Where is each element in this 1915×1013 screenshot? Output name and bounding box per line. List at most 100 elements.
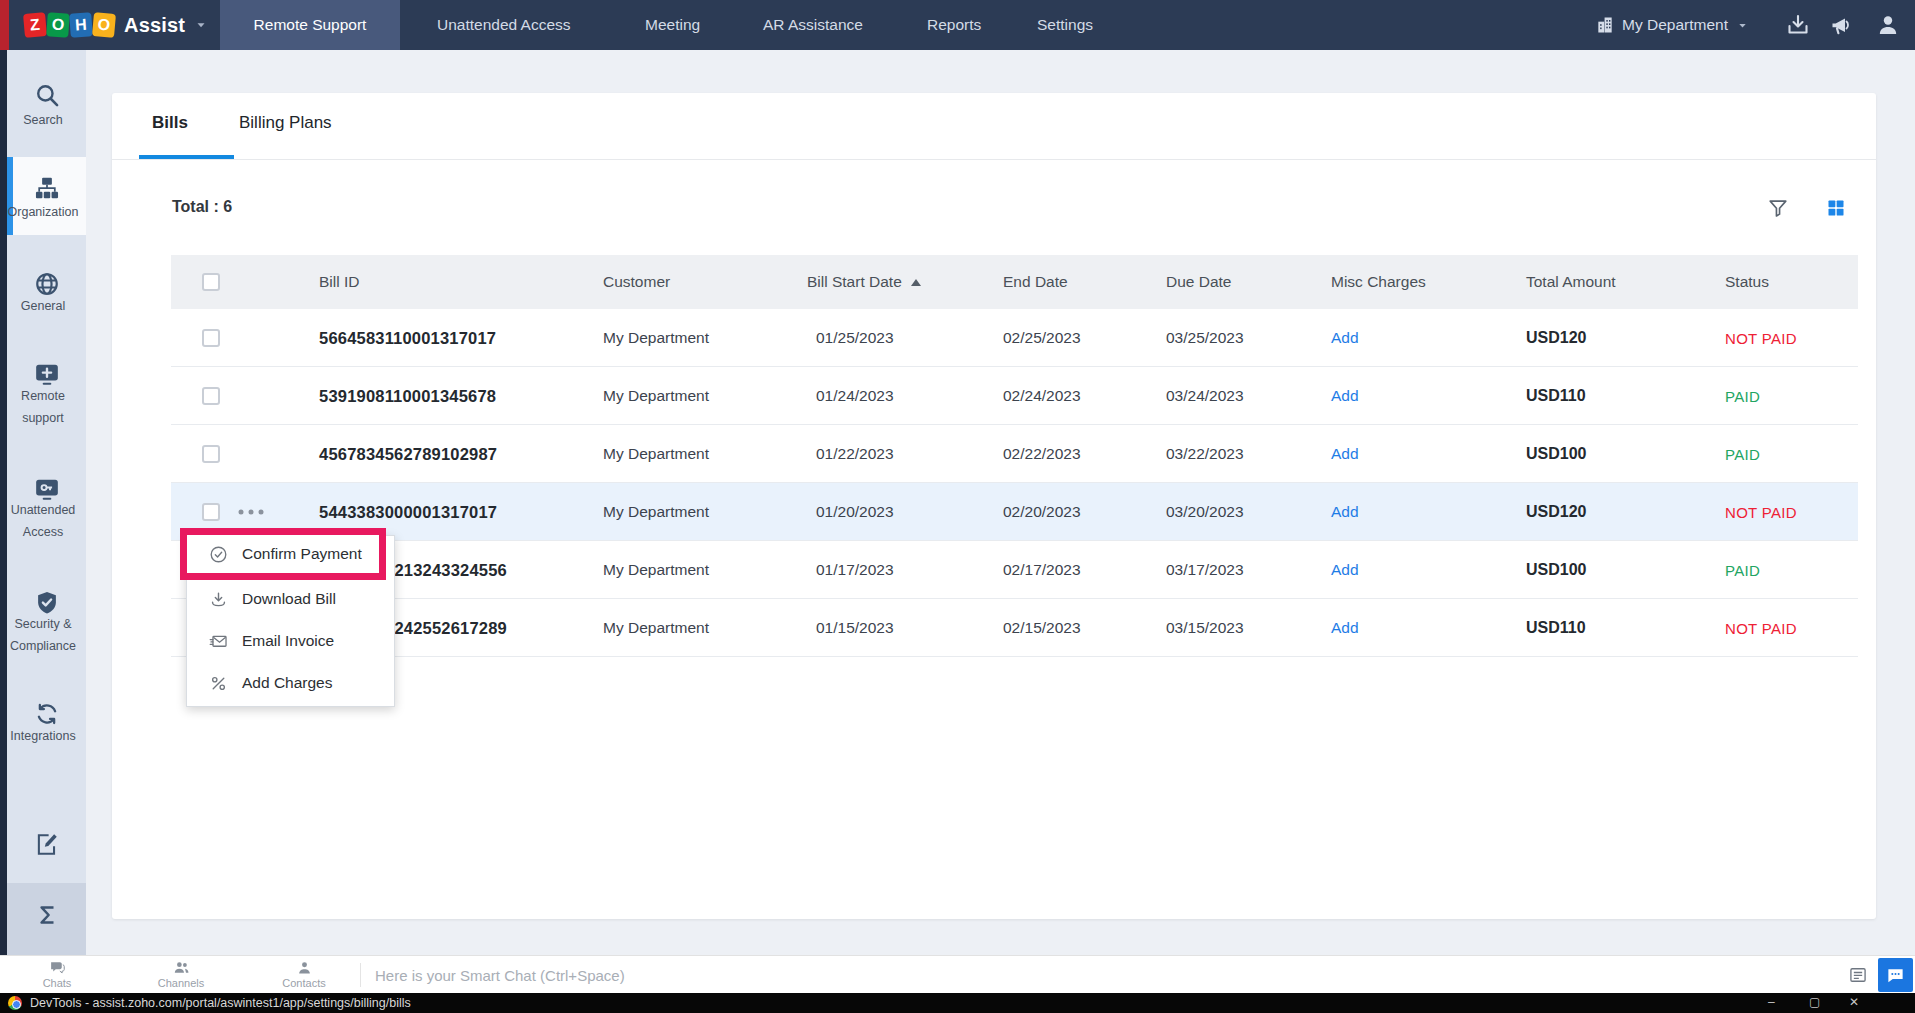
- select-all-checkbox[interactable]: [202, 273, 220, 291]
- sync-icon[interactable]: [34, 701, 60, 727]
- cell-status: PAID: [1725, 367, 1760, 425]
- cell-start: 01/22/2023: [816, 425, 894, 483]
- sidebar-item-label: Unattended: [3, 504, 83, 517]
- maximize-icon[interactable]: ▢: [1809, 995, 1820, 1009]
- nav-meeting[interactable]: Meeting: [645, 0, 700, 50]
- cell-misc[interactable]: Add: [1331, 425, 1359, 483]
- chevron-down-icon[interactable]: [195, 19, 207, 31]
- column-header-due-date[interactable]: Due Date: [1166, 255, 1231, 309]
- row-checkbox[interactable]: [202, 387, 220, 405]
- org-chart-icon[interactable]: [34, 175, 60, 201]
- cell-misc[interactable]: Add: [1331, 483, 1359, 541]
- monitor-key-icon[interactable]: [34, 476, 60, 502]
- devtools-bar: DevTools - assist.zoho.com/portal/aswint…: [0, 993, 1915, 1013]
- row-checkbox[interactable]: [202, 503, 220, 521]
- filter-icon[interactable]: [1767, 197, 1789, 219]
- tab-bills[interactable]: Bills: [152, 113, 188, 133]
- table-row[interactable]: 5664583110001317017My Department01/25/20…: [171, 309, 1858, 367]
- row-checkbox[interactable]: [202, 445, 220, 463]
- cell-start: 01/25/2023: [816, 309, 894, 367]
- cell-due: 03/17/2023: [1166, 541, 1244, 599]
- smart-chat-button[interactable]: [1878, 958, 1913, 992]
- cell-due: 03/25/2023: [1166, 309, 1244, 367]
- sidebar-item-label: Remote: [3, 390, 83, 403]
- megaphone-icon[interactable]: [1829, 13, 1853, 37]
- sidebar-item-label: General: [3, 300, 83, 313]
- cell-status: NOT PAID: [1725, 483, 1797, 541]
- sidebar-item-label: Security &: [3, 618, 83, 631]
- column-header-end-date[interactable]: End Date: [1003, 255, 1068, 309]
- menu-item-label: Add Charges: [242, 674, 332, 692]
- chatbar-chats[interactable]: Chats: [17, 959, 97, 989]
- column-header-bill-id[interactable]: Bill ID: [319, 255, 359, 309]
- row-actions-icon[interactable]: [237, 508, 265, 516]
- person-icon[interactable]: [1876, 13, 1900, 37]
- sidebar-item-label: Integrations: [3, 730, 83, 743]
- chat-bubble-icon: [1886, 966, 1905, 985]
- contact-icon: [296, 959, 313, 976]
- search-icon[interactable]: [34, 82, 60, 108]
- menu-item-label: Download Bill: [242, 590, 336, 608]
- cell-bill: 2213243324556: [385, 541, 507, 599]
- cell-customer: My Department: [603, 425, 709, 483]
- table-row[interactable]: 5242552617289My Department01/15/202302/1…: [171, 599, 1858, 657]
- column-header-misc-charges[interactable]: Misc Charges: [1331, 255, 1426, 309]
- chatbar-item-label: Chats: [43, 977, 72, 989]
- department-name: My Department: [1622, 16, 1728, 34]
- cell-misc[interactable]: Add: [1331, 367, 1359, 425]
- column-header-customer[interactable]: Customer: [603, 255, 670, 309]
- sigma-icon[interactable]: [34, 902, 60, 928]
- chatbar-contacts[interactable]: Contacts: [264, 959, 344, 989]
- menu-item-add-charges[interactable]: Add Charges: [187, 662, 394, 704]
- sidebar-item-label: Compliance: [3, 640, 83, 653]
- shield-check-icon[interactable]: [34, 590, 60, 616]
- cell-misc[interactable]: Add: [1331, 541, 1359, 599]
- sidebar-item-label: Organization: [3, 206, 83, 219]
- chat-panel-icon[interactable]: [1848, 965, 1868, 985]
- cell-end: 02/20/2023: [1003, 483, 1081, 541]
- sidebar-item-label: Search: [3, 114, 83, 127]
- close-icon[interactable]: ✕: [1849, 995, 1859, 1009]
- download-icon[interactable]: [1786, 13, 1810, 37]
- table-row[interactable]: 4567834562789102987My Department01/22/20…: [171, 425, 1858, 483]
- cell-total: USD120: [1526, 309, 1586, 367]
- cell-status: PAID: [1725, 541, 1760, 599]
- cell-status: PAID: [1725, 425, 1760, 483]
- nav-ar-assistance[interactable]: AR Assistance: [763, 0, 863, 50]
- minimize-icon[interactable]: –: [1768, 995, 1775, 1009]
- cell-due: 03/20/2023: [1166, 483, 1244, 541]
- cell-misc[interactable]: Add: [1331, 309, 1359, 367]
- table-row[interactable]: 2213243324556My Department01/17/202302/1…: [171, 541, 1858, 599]
- column-header-bill-start-date[interactable]: Bill Start Date: [807, 255, 921, 309]
- bills-table: Bill ID Customer Bill Start Date End Date Du…: [171, 255, 1858, 657]
- nav-unattended-access[interactable]: Unattended Access: [437, 0, 571, 50]
- cell-misc[interactable]: Add: [1331, 599, 1359, 657]
- chatbar-channels[interactable]: Channels: [141, 959, 221, 989]
- building-icon: [1595, 15, 1615, 35]
- tab-billing-plans[interactable]: Billing Plans: [239, 113, 332, 133]
- note-edit-icon[interactable]: [34, 831, 60, 857]
- settings-sidebar: SearchOrganizationGeneralRemotesupportUn…: [0, 50, 86, 955]
- department-selector[interactable]: My Department: [1595, 0, 1748, 50]
- confirm-payment-annotation[interactable]: Confirm Payment: [180, 528, 386, 580]
- nav-remote-support[interactable]: Remote Support: [220, 0, 400, 50]
- nav-settings[interactable]: Settings: [1037, 0, 1093, 50]
- zoho-assist-logo[interactable]: ZOHO Assist: [24, 0, 207, 50]
- table-row[interactable]: 5443383000001317017My Department01/20/20…: [171, 483, 1858, 541]
- row-checkbox[interactable]: [202, 329, 220, 347]
- cell-total: USD100: [1526, 541, 1586, 599]
- column-header-status[interactable]: Status: [1725, 255, 1769, 309]
- menu-item-email-invoice[interactable]: Email Invoice: [187, 620, 394, 662]
- top-navigation-bar: ZOHO Assist Remote Support Unattended Acc…: [0, 0, 1915, 50]
- globe-icon[interactable]: [34, 271, 60, 297]
- smart-chat-input[interactable]: Here is your Smart Chat (Ctrl+Space): [375, 967, 625, 984]
- monitor-plus-icon[interactable]: [34, 361, 60, 387]
- table-row[interactable]: 5391908110001345678My Department01/24/20…: [171, 367, 1858, 425]
- grid-view-icon[interactable]: [1826, 198, 1846, 218]
- cell-start: 01/20/2023: [816, 483, 894, 541]
- menu-item-download-bill[interactable]: Download Bill: [187, 578, 394, 620]
- menu-item-label: Email Invoice: [242, 632, 334, 650]
- nav-reports[interactable]: Reports: [927, 0, 981, 50]
- cell-total: USD110: [1526, 599, 1586, 657]
- column-header-total-amount[interactable]: Total Amount: [1526, 255, 1616, 309]
